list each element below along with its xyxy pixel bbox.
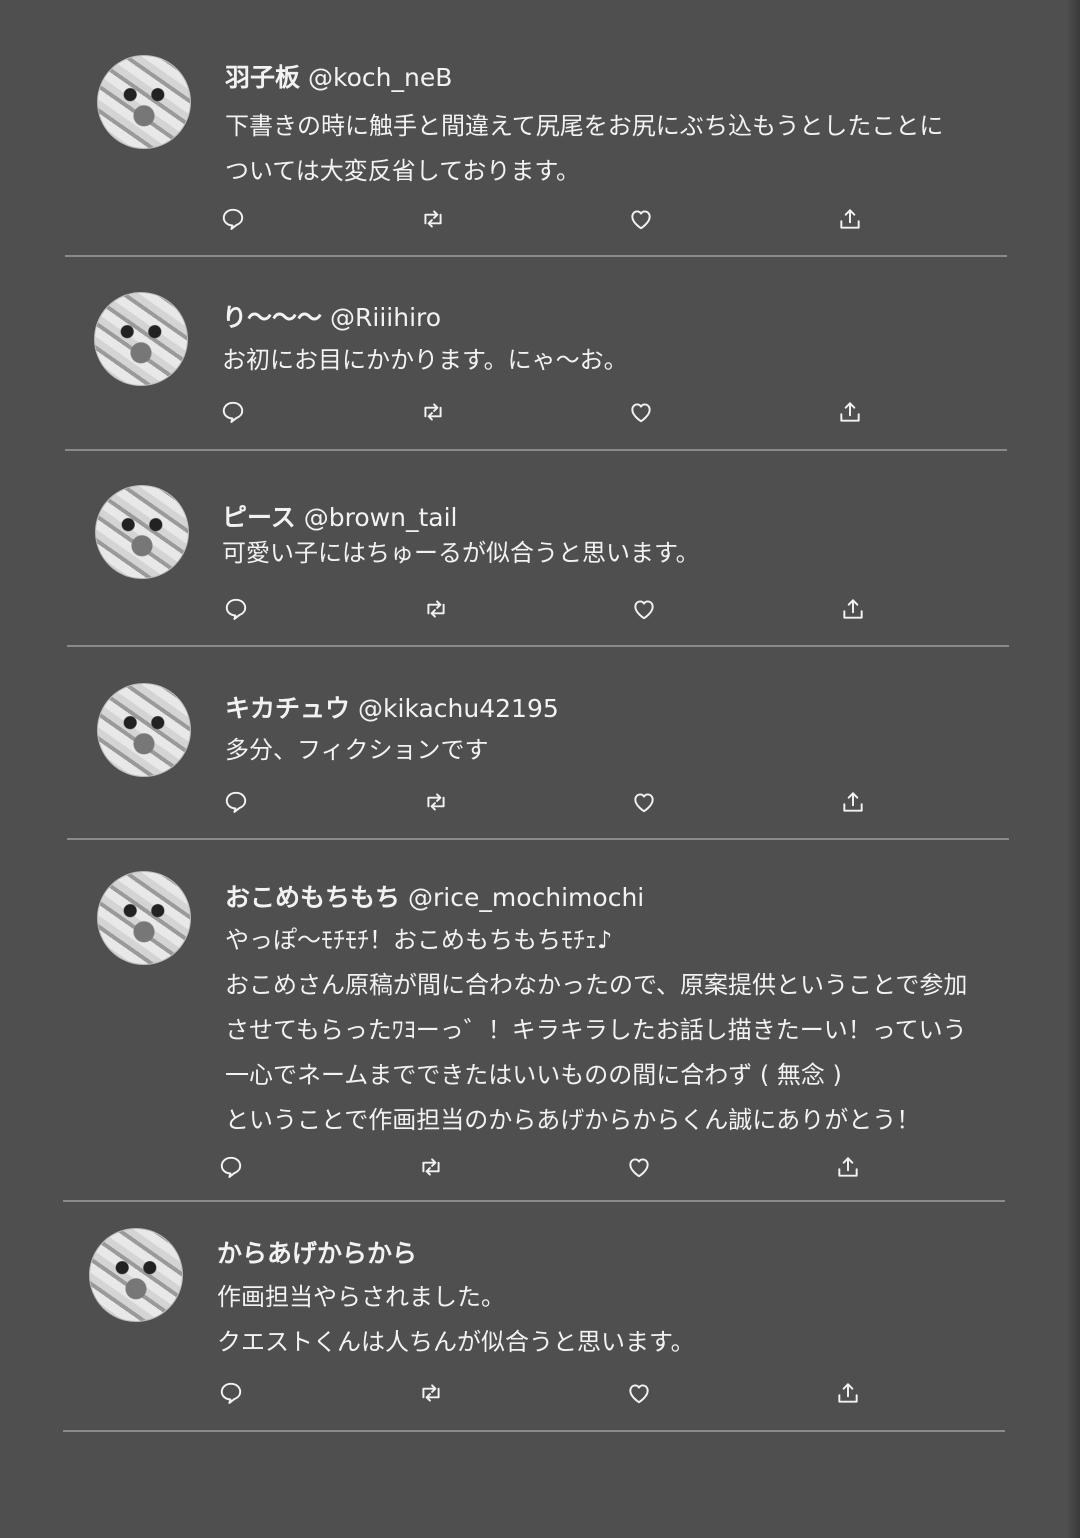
tweet-header: 羽子板 @koch_neB (225, 62, 452, 94)
heart-icon[interactable] (626, 204, 656, 234)
avatar[interactable] (89, 1228, 183, 1322)
tweet-header: からあげからから (217, 1238, 417, 1270)
tweet-divider (63, 1430, 1005, 1432)
tweet-text-line: ついては大変反省しております。 (225, 157, 580, 185)
tweet-text-line: クエストくんは人ちんが似合うと思います。 (217, 1328, 695, 1356)
tweet-actions (218, 204, 898, 234)
user-name[interactable]: からあげからから (217, 1239, 417, 1268)
user-handle[interactable]: @Riiihiro (330, 303, 441, 332)
tweet-text-line: 可愛い子にはちゅーるが似合うと思います。 (222, 539, 700, 567)
user-name[interactable]: り〜〜〜 (222, 303, 322, 332)
share-icon[interactable] (833, 1378, 863, 1408)
page-edge (1066, 0, 1080, 1538)
avatar[interactable] (97, 871, 191, 965)
reply-icon[interactable] (216, 1378, 246, 1408)
tweet-text-line: 多分、フィクションです (225, 736, 489, 764)
tweet-text-line: お初にお目にかかります。にゃ〜お。 (222, 346, 628, 374)
tweet-actions (221, 594, 901, 624)
tweet-actions (216, 1152, 896, 1182)
reply-icon[interactable] (221, 594, 251, 624)
heart-icon[interactable] (626, 397, 656, 427)
tweet-text: お初にお目にかかります。にゃ〜お。 (222, 338, 628, 383)
tweet-divider (65, 255, 1007, 257)
user-name[interactable]: ピース (222, 503, 296, 532)
reply-icon[interactable] (218, 397, 248, 427)
tweet-actions (221, 787, 901, 817)
tweet-text-line: 一心でネームまでできたはいいものの間に合わず ( 無念 ) (225, 1061, 842, 1089)
tweet-divider (67, 645, 1009, 647)
avatar[interactable] (94, 292, 188, 386)
tweet-text-line: させてもらったﾜﾖーっ゛！キラキラしたお話し描きたーい！っていう (225, 1016, 967, 1044)
tweet-actions (216, 1378, 896, 1408)
share-icon[interactable] (838, 594, 868, 624)
tweet-divider (65, 449, 1007, 451)
user-handle[interactable]: @koch_neB (308, 63, 452, 92)
tweet-actions (218, 397, 898, 427)
tweet-text: 下書きの時に触手と間違えて尻尾をお尻にぶち込もうとしたことに ついては大変反省し… (225, 104, 943, 194)
retweet-icon[interactable] (416, 1152, 446, 1182)
tweet-header: り〜〜〜 @Riiihiro (222, 302, 441, 334)
tweet-text-line: おこめさん原稿が間に合わなかったので、原案提供ということで参加 (225, 971, 968, 999)
share-icon[interactable] (835, 397, 865, 427)
retweet-icon[interactable] (418, 204, 448, 234)
reply-icon[interactable] (221, 787, 251, 817)
tweet-text: やっぽ〜ﾓﾁﾓﾁ！おこめもちもちﾓﾁｪ♪ おこめさん原稿が間に合わなかったので、… (225, 918, 967, 1143)
heart-icon[interactable] (624, 1152, 654, 1182)
retweet-icon[interactable] (421, 594, 451, 624)
user-name[interactable]: キカチュウ (225, 694, 350, 723)
tweet-header: おこめもちもち @rice_mochimochi (225, 882, 644, 914)
heart-icon[interactable] (629, 787, 659, 817)
heart-icon[interactable] (624, 1378, 654, 1408)
user-handle[interactable]: @brown_tail (304, 503, 458, 532)
retweet-icon[interactable] (421, 787, 451, 817)
avatar[interactable] (97, 55, 191, 149)
user-name[interactable]: 羽子板 (225, 63, 300, 92)
retweet-icon[interactable] (418, 397, 448, 427)
tweet-header: ピース @brown_tail (222, 502, 457, 534)
share-icon[interactable] (838, 787, 868, 817)
tweet-text-line: やっぽ〜ﾓﾁﾓﾁ！おこめもちもちﾓﾁｪ♪ (225, 926, 613, 954)
tweet-header: キカチュウ @kikachu42195 (225, 693, 559, 725)
retweet-icon[interactable] (416, 1378, 446, 1408)
heart-icon[interactable] (629, 594, 659, 624)
user-handle[interactable]: @rice_mochimochi (408, 883, 644, 912)
tweet-text-line: ということで作画担当のからあげからからくん誠にありがとう！ (225, 1106, 921, 1134)
tweet-text: 多分、フィクションです (225, 728, 489, 773)
tweet-divider (67, 838, 1009, 840)
tweet-text: 作画担当やらされました。 クエストくんは人ちんが似合うと思います。 (217, 1275, 695, 1365)
tweet-divider (63, 1200, 1005, 1202)
user-handle[interactable]: @kikachu42195 (358, 694, 559, 723)
avatar[interactable] (95, 485, 189, 579)
tweet-text: 可愛い子にはちゅーるが似合うと思います。 (222, 531, 700, 576)
share-icon[interactable] (833, 1152, 863, 1182)
reply-icon[interactable] (216, 1152, 246, 1182)
share-icon[interactable] (835, 204, 865, 234)
avatar[interactable] (97, 683, 191, 777)
user-name[interactable]: おこめもちもち (225, 883, 400, 912)
tweet-text-line: 下書きの時に触手と間違えて尻尾をお尻にぶち込もうとしたことに (225, 112, 944, 140)
tweet-text-line: 作画担当やらされました。 (217, 1283, 505, 1311)
reply-icon[interactable] (218, 204, 248, 234)
